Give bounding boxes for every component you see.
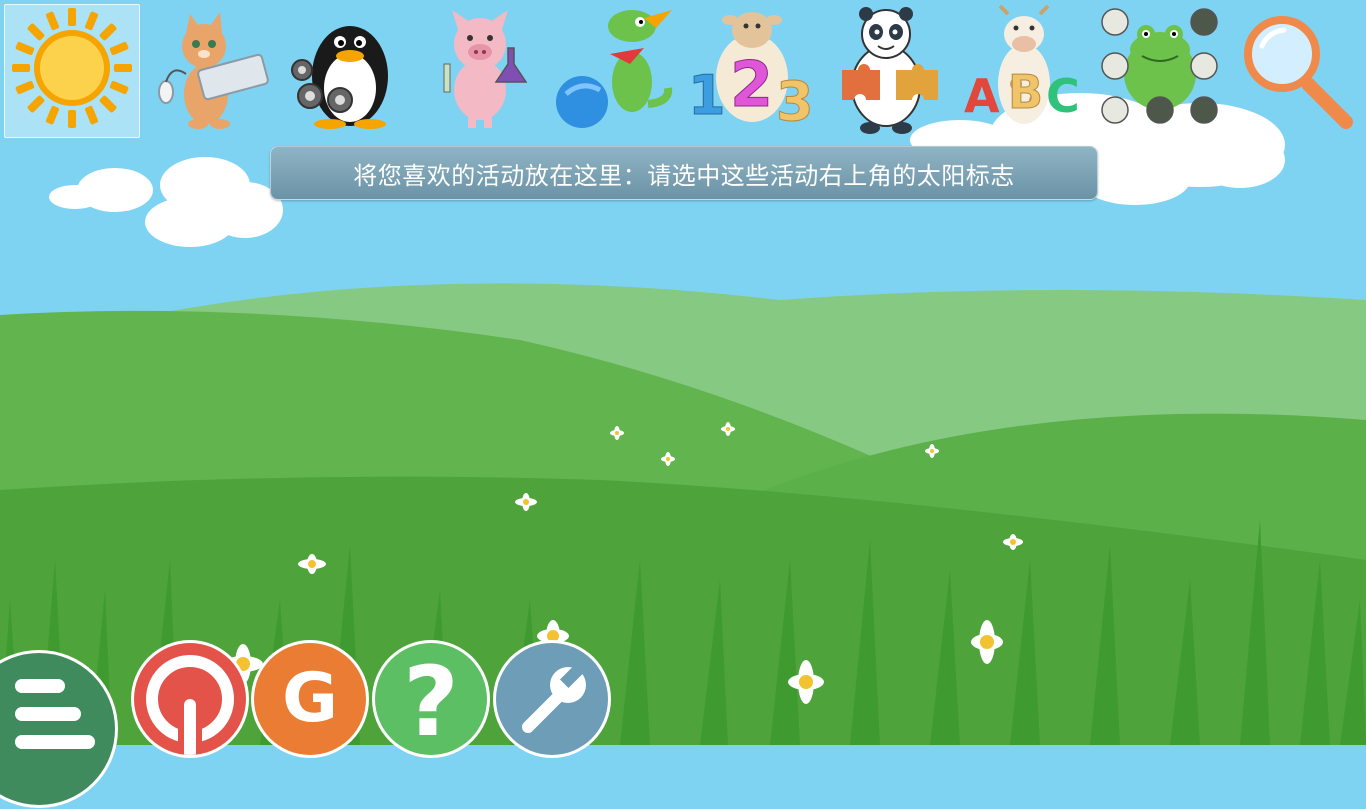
penguin-gears-icon <box>291 26 388 129</box>
panda-puzzle-icon <box>842 7 938 134</box>
category-favorites[interactable] <box>4 4 140 138</box>
sheep-123-icon: 1 2 3 <box>688 12 814 134</box>
svg-text:?: ? <box>403 646 459 755</box>
favorites-instruction-banner: 将您喜欢的活动放在这里：请选中这些活动右上角的太阳标志 <box>270 146 1098 200</box>
gcompris-g-icon: G <box>282 659 338 738</box>
quit-button[interactable] <box>134 643 246 755</box>
category-puzzle[interactable] <box>820 4 956 138</box>
svg-text:1: 1 <box>688 64 726 127</box>
menu-button[interactable] <box>0 650 118 808</box>
question-icon: ? <box>403 646 459 755</box>
settings-button[interactable] <box>496 643 608 755</box>
svg-text:B: B <box>1008 65 1043 119</box>
category-experiment[interactable] <box>422 4 558 138</box>
help-button[interactable]: ? <box>375 643 487 755</box>
hamburger-menu-icon <box>15 679 95 749</box>
category-fun[interactable] <box>548 4 684 138</box>
power-icon <box>146 655 234 755</box>
category-strategy[interactable] <box>1094 4 1230 138</box>
svg-text:3: 3 <box>776 70 814 133</box>
frog-board-icon <box>1101 8 1218 124</box>
category-reading[interactable]: A B C <box>958 4 1094 138</box>
category-computer[interactable] <box>146 4 282 138</box>
cat-keyboard-icon <box>158 12 269 129</box>
svg-text:A: A <box>964 69 1000 123</box>
cow-abc-icon: A B C <box>964 4 1080 124</box>
magnifier-icon <box>1244 16 1353 129</box>
svg-text:C: C <box>1046 69 1080 123</box>
svg-text:2: 2 <box>730 48 773 121</box>
sun-icon <box>12 8 132 128</box>
pig-flask-icon <box>443 10 528 128</box>
category-math[interactable]: 1 2 3 <box>684 4 820 138</box>
category-discovery[interactable] <box>284 4 420 138</box>
dragon-ball-icon <box>556 10 673 128</box>
wrench-icon <box>522 663 586 733</box>
svg-text:G: G <box>282 659 338 738</box>
about-button[interactable]: G <box>254 643 366 755</box>
category-search[interactable] <box>1228 4 1364 138</box>
